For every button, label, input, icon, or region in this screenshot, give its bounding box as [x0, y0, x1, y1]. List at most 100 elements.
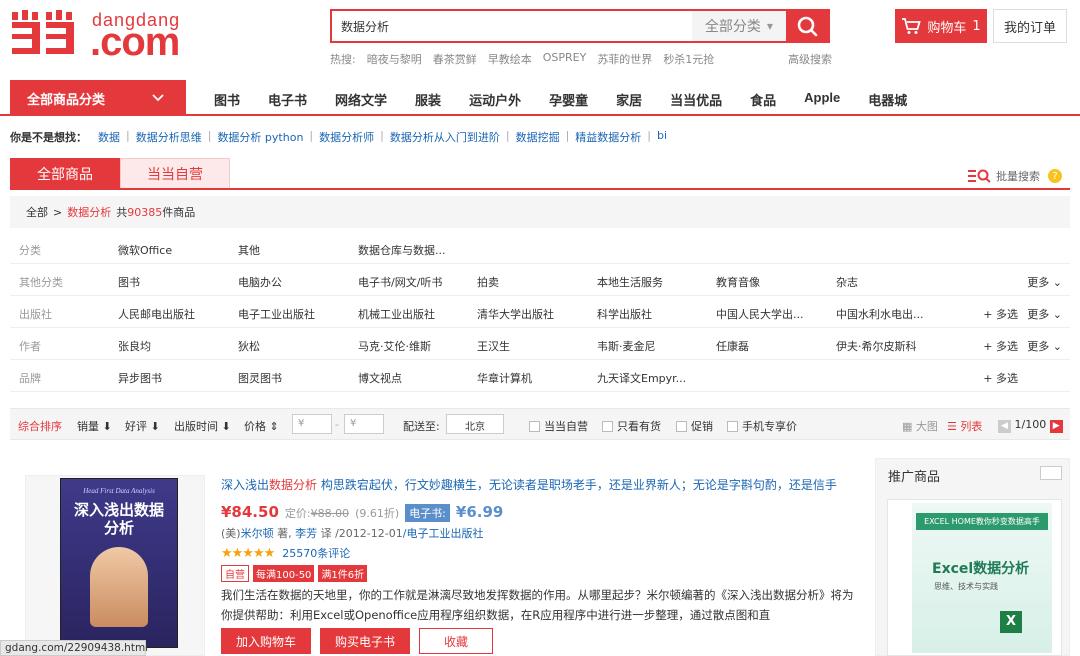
- filter-option[interactable]: 伊夫·希尔皮斯科: [836, 338, 917, 354]
- price-min-input[interactable]: ¥: [292, 414, 332, 434]
- filter-option[interactable]: 狄松: [238, 338, 260, 354]
- nav-item[interactable]: 当当优品: [670, 90, 722, 109]
- filter-option[interactable]: 张良均: [118, 338, 151, 354]
- nav-item[interactable]: 食品: [750, 90, 776, 109]
- breadcrumb-root[interactable]: 全部: [26, 204, 48, 220]
- prev-page-icon[interactable]: ◀: [998, 420, 1011, 433]
- ebook-badge[interactable]: 电子书:: [405, 504, 450, 522]
- filter-option[interactable]: 马克·艾伦·维斯: [358, 338, 431, 354]
- publisher-link[interactable]: /电子工业出版社: [403, 527, 484, 540]
- nav-item[interactable]: 服装: [415, 90, 441, 109]
- tab-all-products[interactable]: 全部商品: [10, 158, 120, 190]
- product-title[interactable]: 深入浅出数据分析 构思跌宕起伏，行文妙趣横生，无论读者是职场老手，还是业界新人；…: [221, 476, 859, 493]
- filter-option[interactable]: 电脑办公: [238, 274, 282, 290]
- filter-option[interactable]: 韦斯·麦金尼: [597, 338, 656, 354]
- logo-text-com[interactable]: .com: [90, 20, 180, 65]
- filter-option[interactable]: 数据仓库与数据...: [358, 242, 446, 258]
- suggest-link[interactable]: bi: [657, 129, 667, 145]
- filter-option[interactable]: 拍卖: [477, 274, 499, 290]
- search-input[interactable]: [332, 11, 692, 41]
- favorite-button[interactable]: 收藏: [419, 628, 493, 654]
- help-icon[interactable]: ?: [1048, 169, 1062, 183]
- filter-option[interactable]: 电子工业出版社: [238, 306, 315, 322]
- filter-option[interactable]: 王汉生: [477, 338, 510, 354]
- filter-option[interactable]: 九天译文Empyr...: [597, 370, 686, 386]
- hot-item[interactable]: 暗夜与黎明: [367, 51, 422, 67]
- filter-option[interactable]: 微软Office: [118, 242, 172, 258]
- filter-option[interactable]: 图灵图书: [238, 370, 282, 386]
- all-categories-menu[interactable]: 全部商品分类: [10, 80, 186, 116]
- suggest-link[interactable]: 数据分析思维: [136, 129, 202, 145]
- filter-option[interactable]: 机械工业出版社: [358, 306, 435, 322]
- multi-select-button[interactable]: + 多选: [983, 306, 1018, 322]
- hot-item[interactable]: OSPREY: [543, 51, 587, 67]
- hot-item[interactable]: 早教绘本: [488, 51, 532, 67]
- checkbox[interactable]: [602, 421, 613, 432]
- filter-more-button[interactable]: 更多 ⌄: [1027, 338, 1062, 354]
- ship-city-select[interactable]: 北京: [446, 414, 504, 434]
- sort-price[interactable]: 价格 ⇕: [244, 418, 279, 434]
- nav-item[interactable]: 孕婴童: [549, 90, 588, 109]
- nav-item[interactable]: 电器城: [868, 90, 907, 109]
- filter-more-button[interactable]: 更多 ⌄: [1027, 274, 1062, 290]
- promo-tag[interactable]: 满1件6折: [318, 565, 368, 582]
- add-to-cart-button[interactable]: 加入购物车: [221, 628, 311, 654]
- next-page-icon[interactable]: ▶: [1049, 420, 1063, 433]
- nav-item[interactable]: Apple: [804, 90, 840, 109]
- view-list-button[interactable]: ☰ 列表: [947, 418, 982, 434]
- nav-item[interactable]: 电子书: [268, 90, 307, 109]
- book-cover-image[interactable]: Head First Data Analysis 深入浅出数据分析: [60, 478, 178, 648]
- nav-item[interactable]: 网络文学: [335, 90, 387, 109]
- checkbox[interactable]: [529, 421, 540, 432]
- buy-ebook-button[interactable]: 购买电子书: [320, 628, 410, 654]
- filter-option[interactable]: 杂志: [836, 274, 858, 290]
- suggest-link[interactable]: 数据分析 python: [217, 129, 303, 145]
- my-orders-button[interactable]: 我的订单: [993, 9, 1067, 43]
- promoted-book-cover[interactable]: EXCEL HOME教你秒变数据高手 Excel数据分析 思维、技术与实践 X: [912, 503, 1052, 653]
- filter-option[interactable]: 博文视点: [358, 370, 402, 386]
- sort-default[interactable]: 综合排序: [18, 418, 62, 434]
- multi-select-button[interactable]: + 多选: [983, 338, 1018, 354]
- hot-item[interactable]: 苏菲的世界: [597, 51, 652, 67]
- sort-publish-date[interactable]: 出版时间 ⬇: [174, 418, 231, 434]
- search-button[interactable]: [786, 11, 828, 41]
- filter-option[interactable]: 清华大学出版社: [477, 306, 554, 322]
- filter-option[interactable]: 电子书/网文/听书: [358, 274, 442, 290]
- filter-self-operated[interactable]: 当当自营: [529, 418, 588, 434]
- checkbox[interactable]: [676, 421, 687, 432]
- filter-option[interactable]: 中国水利水电出...: [836, 306, 924, 322]
- cart-button[interactable]: 购物车 1: [895, 9, 987, 43]
- filter-option[interactable]: 异步图书: [118, 370, 162, 386]
- price-max-input[interactable]: ¥: [344, 414, 384, 434]
- suggest-link[interactable]: 数据挖掘: [516, 129, 560, 145]
- filter-mobile-price[interactable]: 手机专享价: [727, 418, 797, 434]
- filter-option[interactable]: 其他: [238, 242, 260, 258]
- suggest-link[interactable]: 数据分析从入门到进阶: [390, 129, 500, 145]
- filter-option[interactable]: 本地生活服务: [597, 274, 663, 290]
- advanced-search-link[interactable]: 高级搜索: [788, 51, 832, 67]
- dangdang-logo-mark[interactable]: [10, 8, 80, 58]
- filter-option[interactable]: 教育音像: [716, 274, 760, 290]
- multi-select-button[interactable]: + 多选: [983, 370, 1018, 386]
- view-grid-button[interactable]: ▦ 大图: [902, 418, 938, 434]
- suggest-link[interactable]: 精益数据分析: [575, 129, 641, 145]
- hot-item[interactable]: 春茶赏鲜: [433, 51, 477, 67]
- suggest-link[interactable]: 数据分析师: [319, 129, 374, 145]
- filter-option[interactable]: 科学出版社: [597, 306, 652, 322]
- hot-item[interactable]: 秒杀1元抢: [663, 51, 714, 67]
- sort-rating[interactable]: 好评 ⬇: [125, 418, 160, 434]
- filter-option[interactable]: 任康磊: [716, 338, 749, 354]
- nav-item[interactable]: 运动户外: [469, 90, 521, 109]
- promo-tag[interactable]: 每满100-50: [253, 565, 315, 582]
- review-count-link[interactable]: 25570条评论: [282, 545, 350, 561]
- translator-link[interactable]: 李芳: [295, 527, 317, 540]
- nav-item[interactable]: 家居: [616, 90, 642, 109]
- batch-search[interactable]: 批量搜索 ?: [968, 168, 1062, 184]
- sort-sales[interactable]: 销量 ⬇: [77, 418, 112, 434]
- filter-more-button[interactable]: 更多 ⌄: [1027, 306, 1062, 322]
- filter-in-stock[interactable]: 只看有货: [602, 418, 661, 434]
- filter-option[interactable]: 华章计算机: [477, 370, 532, 386]
- suggest-link[interactable]: 数据: [98, 129, 120, 145]
- author-link[interactable]: 米尔顿: [241, 527, 274, 540]
- filter-promotion[interactable]: 促销: [676, 418, 713, 434]
